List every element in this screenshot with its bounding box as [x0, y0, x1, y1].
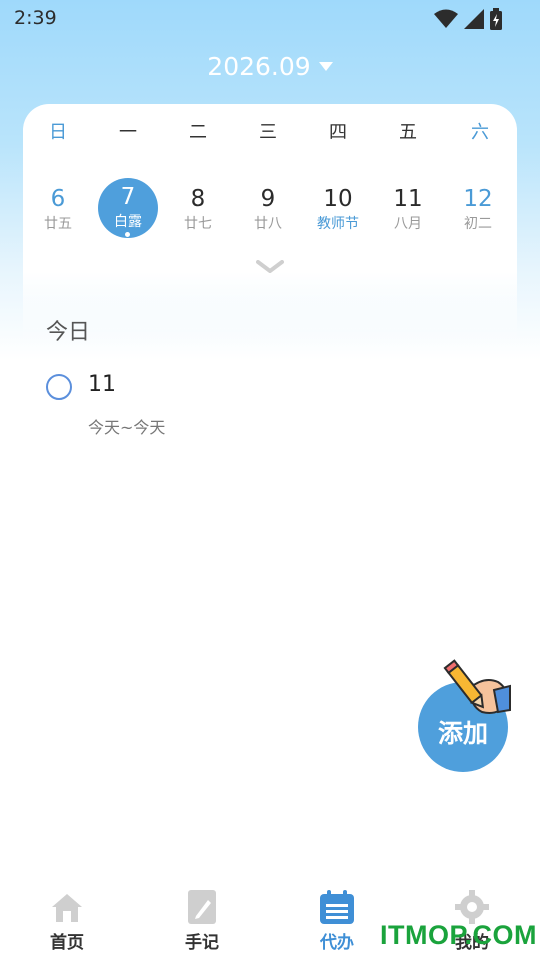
status-icons [434, 8, 502, 30]
tab-notes[interactable]: 手记 [162, 886, 242, 953]
week-date-row: 6 廿五 7 白露 8 廿七 9 廿八 10 教师节 11 八月 12 初二 [0, 176, 540, 246]
signal-icon [464, 9, 484, 29]
weekday-sun: 日 [49, 122, 67, 143]
tab-label: 首页 [50, 933, 84, 953]
date-cell-selected[interactable]: 7 白露 [98, 178, 158, 238]
date-cell[interactable]: 12 初二 [445, 180, 511, 242]
section-title: 今日 [46, 320, 91, 345]
todo-item[interactable]: 11 今天~今天 [46, 372, 496, 442]
status-bar: 2:39 [0, 0, 540, 36]
home-icon [52, 894, 82, 922]
chevron-down-icon[interactable] [256, 260, 284, 274]
todo-checkbox[interactable] [46, 374, 72, 400]
event-dot [125, 232, 130, 237]
weekday-wed: 三 [259, 122, 277, 143]
weekday-mon: 一 [119, 122, 137, 143]
date-number: 12 [463, 186, 493, 212]
lunar-label: 廿八 [254, 216, 282, 232]
date-number: 11 [393, 186, 423, 212]
watermark: ITMOP.COM [380, 920, 538, 950]
date-number: 6 [50, 186, 66, 212]
tab-home[interactable]: 首页 [27, 886, 107, 953]
weekday-thu: 四 [329, 122, 347, 143]
date-number: 8 [190, 186, 206, 212]
date-cell[interactable]: 8 廿七 [165, 180, 231, 242]
date-number: 7 [120, 184, 136, 210]
calendar-icon [320, 890, 354, 924]
tab-label: 手记 [185, 933, 219, 953]
battery-icon [490, 8, 502, 30]
lunar-label: 白露 [114, 214, 142, 230]
weekday-header-row: 日 一 二 三 四 五 六 [0, 118, 540, 148]
status-time: 2:39 [14, 7, 57, 29]
todo-date-range: 今天~今天 [88, 418, 166, 437]
weekday-fri: 五 [399, 122, 417, 143]
lunar-label: 廿五 [44, 216, 72, 232]
date-number: 9 [260, 186, 276, 212]
gear-icon [455, 890, 489, 924]
caret-down-icon [318, 61, 333, 71]
add-button-label: 添加 [437, 719, 488, 748]
date-number: 10 [323, 186, 353, 212]
tab-todo[interactable]: 代办 [297, 886, 377, 953]
tab-label: 代办 [320, 933, 354, 953]
date-cell[interactable]: 10 教师节 [305, 180, 371, 242]
notebook-icon [188, 890, 216, 924]
wifi-icon [434, 9, 458, 28]
month-label: 2026.09 [207, 52, 311, 81]
lunar-label: 初二 [464, 216, 492, 232]
month-selector[interactable]: 2026.09 [0, 52, 540, 81]
date-cell[interactable]: 9 廿八 [235, 180, 301, 242]
lunar-label: 教师节 [317, 216, 359, 232]
date-cell[interactable]: 11 八月 [375, 180, 441, 242]
date-cell[interactable]: 6 廿五 [25, 180, 91, 242]
lunar-label: 八月 [394, 216, 422, 232]
todo-title: 11 [88, 372, 116, 397]
pencil-hand-icon [443, 659, 511, 714]
lunar-label: 廿七 [184, 216, 212, 232]
weekday-sat: 六 [471, 122, 489, 143]
weekday-tue: 二 [189, 122, 207, 143]
